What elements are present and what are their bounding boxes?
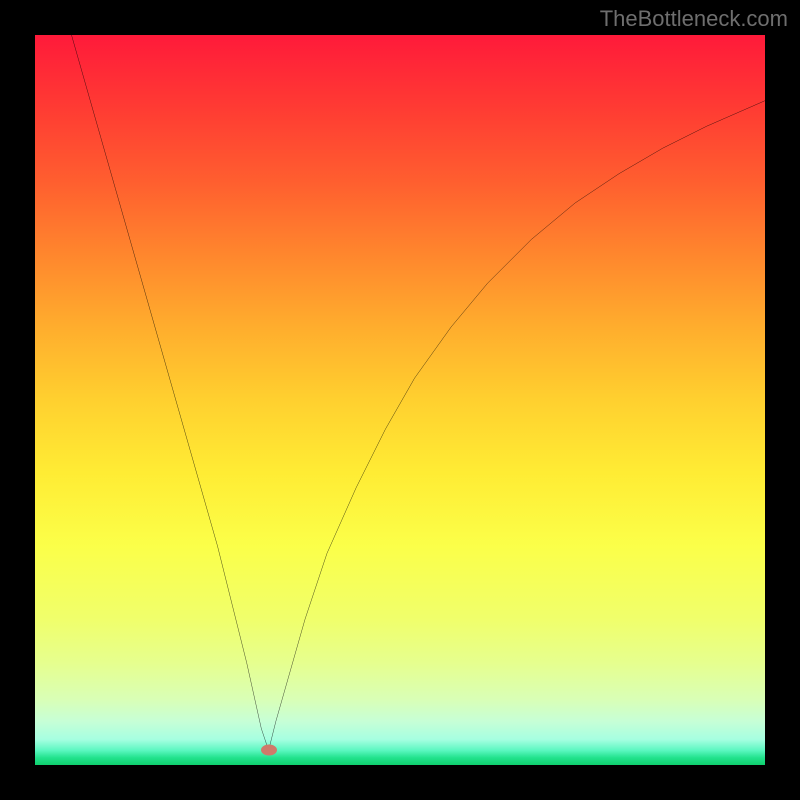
bottleneck-curve — [72, 35, 766, 750]
plot-area — [35, 35, 765, 765]
minimum-marker — [261, 745, 277, 756]
curve-layer — [35, 35, 765, 765]
attribution-text: TheBottleneck.com — [600, 6, 788, 32]
chart-frame: TheBottleneck.com — [0, 0, 800, 800]
